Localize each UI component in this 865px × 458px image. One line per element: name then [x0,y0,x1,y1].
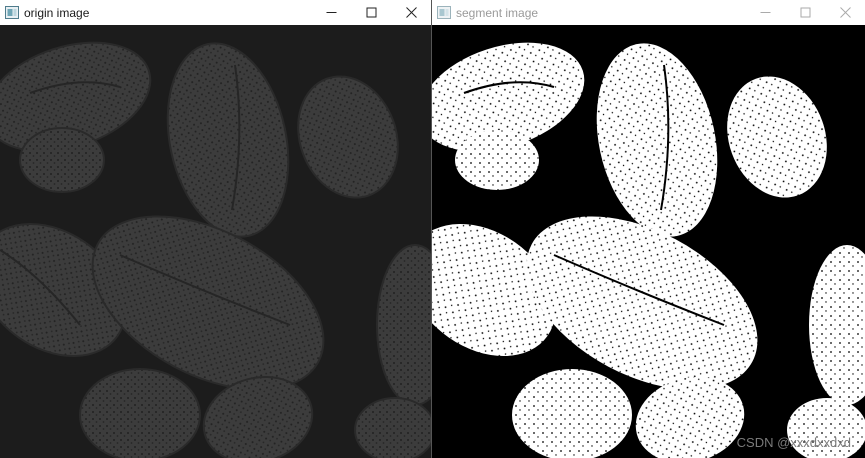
window-title: segment image [456,5,539,20]
minimize-icon [326,12,336,13]
close-icon [405,7,417,18]
maximize-icon [800,7,810,18]
minimize-button[interactable] [745,0,785,25]
window-title: origin image [24,5,90,20]
origin-image [0,25,431,458]
maximize-button[interactable] [351,0,391,25]
segment-image-window: segment image CSDN @xxxdxxdxd [432,0,865,458]
maximize-button[interactable] [785,0,825,25]
minimize-button[interactable] [311,0,351,25]
title-bar[interactable]: segment image [432,0,865,25]
maximize-icon [366,7,376,18]
grain [79,368,201,458]
grain [512,369,632,458]
grain [19,127,105,193]
minimize-icon [760,12,770,13]
close-icon [839,7,851,18]
segment-image [432,25,865,458]
origin-image-window: origin image [0,0,432,458]
close-button[interactable] [825,0,865,25]
close-button[interactable] [391,0,431,25]
watermark: CSDN @xxxdxxdxd [736,435,851,450]
grain [455,130,539,190]
grain [354,397,431,458]
app-icon [5,6,19,19]
title-bar[interactable]: origin image [0,0,431,25]
app-icon [437,6,451,19]
